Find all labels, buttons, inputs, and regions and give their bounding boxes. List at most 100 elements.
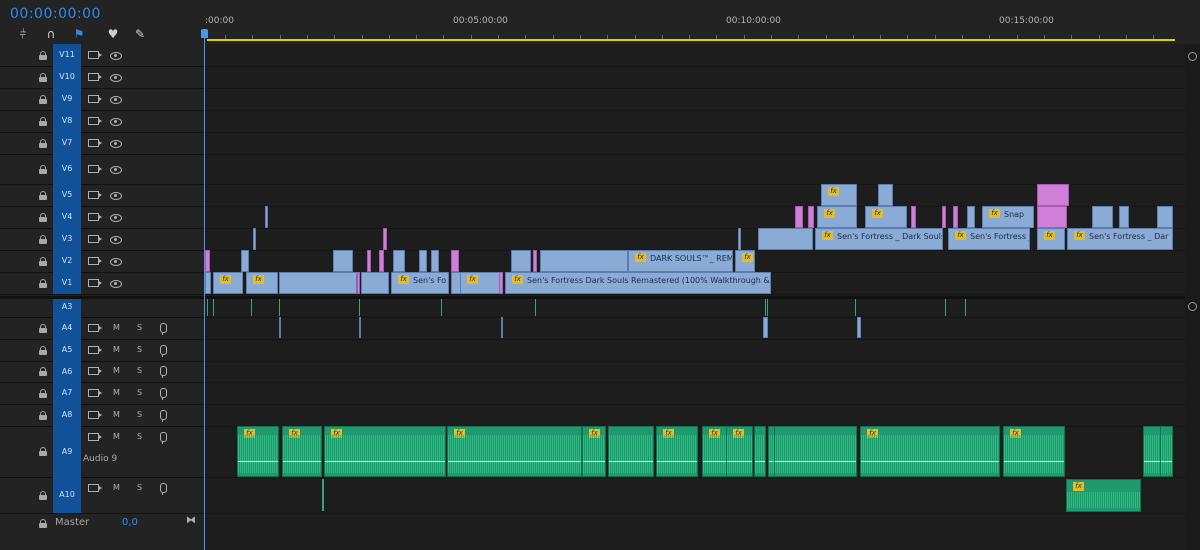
lock-icon[interactable] [39, 138, 47, 148]
track-target-v1[interactable]: V1 [53, 272, 81, 294]
fx-badge[interactable]: fx [989, 209, 1000, 218]
clip-v3[interactable] [738, 228, 741, 250]
eye-icon[interactable] [110, 165, 122, 174]
film-icon[interactable] [88, 212, 102, 221]
audio-clip-a9[interactable]: fx [1003, 426, 1065, 477]
solo-button[interactable]: S [137, 410, 142, 419]
clip-v4[interactable] [265, 206, 268, 228]
lock-icon[interactable] [39, 212, 47, 222]
fx-badge[interactable]: fx [253, 275, 264, 284]
clip-v2[interactable]: fx [735, 250, 755, 272]
a4-marker[interactable] [359, 317, 361, 338]
audio-clip-a9[interactable]: fx [447, 426, 582, 477]
film-icon[interactable] [88, 323, 102, 332]
lock-icon[interactable] [39, 50, 47, 60]
time-ruler[interactable]: :00:00 00:05:00:00 00:10:00:00 00:15:00:… [205, 0, 1200, 44]
eye-icon[interactable] [110, 235, 122, 244]
clip-v4[interactable] [1157, 206, 1173, 228]
lock-icon[interactable] [39, 164, 47, 174]
clip-v1[interactable] [279, 272, 357, 294]
track-target-a4[interactable]: A4 [53, 317, 81, 339]
eye-icon[interactable] [110, 213, 122, 222]
lock-icon[interactable] [39, 190, 47, 200]
track-target-v6[interactable]: V6 [53, 154, 81, 184]
eye-icon[interactable] [110, 279, 122, 288]
lane-a7[interactable] [205, 382, 1185, 405]
clip-v2[interactable] [241, 250, 249, 272]
timecode-display[interactable]: 00:00:00:00 [10, 6, 101, 22]
mute-button[interactable]: M [113, 410, 120, 419]
mic-icon[interactable] [160, 387, 167, 400]
a4-marker[interactable] [501, 317, 503, 338]
fx-badge[interactable]: fx [822, 231, 833, 240]
film-icon[interactable] [88, 50, 102, 59]
clip-v1-sens-fo[interactable]: fx Sen's Fo [391, 272, 449, 294]
clip-v4-snap[interactable]: fx Snap [982, 206, 1034, 228]
solo-button[interactable]: S [137, 483, 142, 492]
clip-v2[interactable] [333, 250, 353, 272]
audio-clip-a9[interactable] [1160, 426, 1173, 477]
mic-icon[interactable] [160, 366, 167, 378]
track-target-a7[interactable]: A7 [53, 382, 81, 404]
lane-v10[interactable] [205, 66, 1185, 89]
film-icon[interactable] [88, 164, 102, 173]
audio-clip-a9[interactable]: fx [582, 426, 606, 477]
fx-badge[interactable]: fx [220, 275, 231, 284]
clip-v4[interactable] [1119, 206, 1129, 228]
film-icon[interactable] [88, 234, 102, 243]
playhead-marker[interactable] [201, 29, 208, 38]
fx-badge[interactable]: fx [872, 209, 883, 218]
lane-v6[interactable] [205, 154, 1185, 185]
audio-clip-a9[interactable]: fx [860, 426, 1000, 477]
clip-v1-pink[interactable] [499, 272, 503, 294]
film-icon[interactable] [88, 138, 102, 147]
clip-v2[interactable] [419, 250, 427, 272]
lane-v8[interactable] [205, 110, 1185, 133]
clip-v4[interactable]: fx [865, 206, 907, 228]
audio-clip-a9[interactable] [608, 426, 654, 477]
clip-v4[interactable]: fx [817, 206, 857, 228]
lock-icon[interactable] [39, 94, 47, 104]
lock-icon[interactable] [39, 323, 47, 333]
fx-badge[interactable]: fx [1073, 482, 1084, 491]
clip-v3[interactable] [758, 228, 813, 250]
fx-badge[interactable]: fx [467, 275, 478, 284]
scroll-knob-top[interactable] [1188, 52, 1197, 61]
fx-badge[interactable]: fx [828, 187, 839, 196]
mic-icon[interactable] [160, 344, 167, 357]
clip-v5[interactable] [878, 184, 893, 206]
clip-v1[interactable]: fx [246, 272, 278, 294]
audio-clip-a9[interactable] [774, 426, 857, 477]
lock-icon[interactable] [39, 234, 47, 244]
fx-badge[interactable]: fx [398, 275, 409, 284]
audio-clip-a9[interactable] [754, 426, 766, 477]
lock-icon[interactable] [39, 447, 47, 456]
master-volume[interactable]: 0,0 [122, 517, 138, 528]
film-icon[interactable] [88, 367, 102, 375]
clip-v4-pink[interactable] [808, 206, 814, 228]
scroll-knob-middle[interactable] [1188, 302, 1197, 311]
track-target-a5[interactable]: A5 [53, 339, 81, 361]
clip-v1[interactable] [361, 272, 389, 294]
track-target-v3[interactable]: V3 [53, 228, 81, 250]
lane-a4[interactable] [205, 317, 1185, 340]
audio-clip-a9[interactable]: fx [237, 426, 279, 477]
track-target-a10[interactable]: A10 [53, 477, 81, 513]
clip-v2[interactable] [540, 250, 628, 272]
clip-v4[interactable] [967, 206, 975, 228]
lock-icon[interactable] [39, 345, 47, 355]
eye-icon[interactable] [110, 95, 122, 104]
lock-icon[interactable] [39, 490, 47, 500]
lane-a10[interactable] [205, 477, 1185, 514]
clip-v3[interactable] [253, 228, 256, 250]
mute-button[interactable]: M [113, 323, 120, 332]
track-target-v9[interactable]: V9 [53, 88, 81, 110]
solo-button[interactable]: S [137, 345, 142, 354]
audio-clip-a9[interactable]: fx [726, 426, 753, 477]
solo-button[interactable]: S [137, 388, 142, 397]
mute-button[interactable]: M [113, 432, 120, 441]
lock-icon[interactable] [39, 519, 47, 528]
lock-icon[interactable] [39, 256, 47, 266]
clip-v3-c[interactable]: fx Sen's Fortress _ Dar [1067, 228, 1173, 250]
solo-button[interactable]: S [137, 323, 142, 332]
